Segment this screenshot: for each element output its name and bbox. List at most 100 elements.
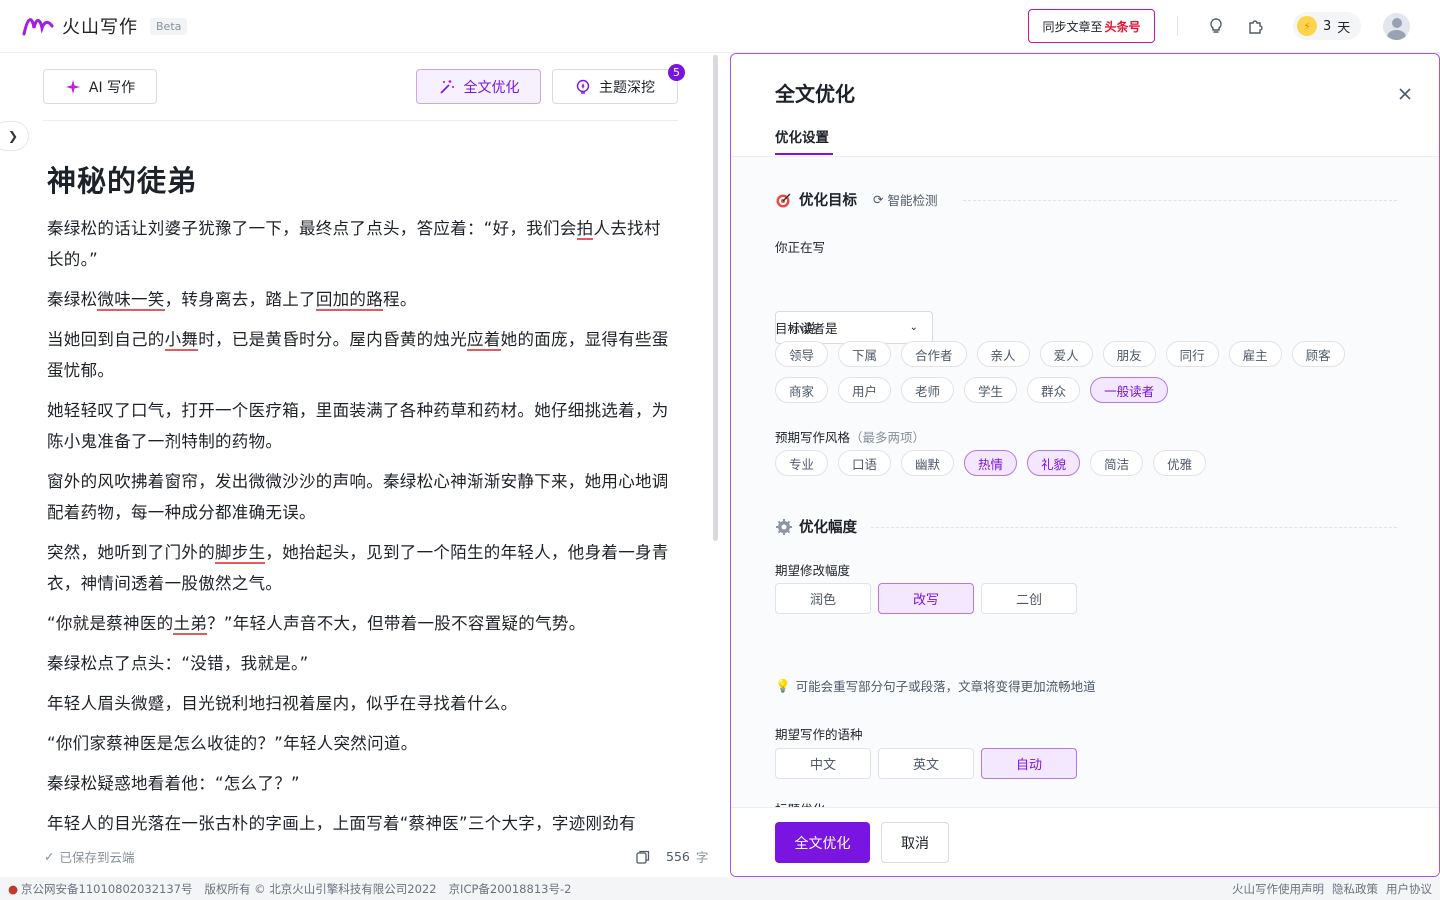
avatar[interactable] [1383, 13, 1410, 40]
degree-option[interactable]: 润色 [775, 583, 871, 614]
writing-type-label: 你正在写 [775, 240, 826, 255]
typo-highlight[interactable]: 刚劲有 [585, 814, 636, 831]
lightbulb-icon[interactable] [1205, 15, 1227, 37]
document-paragraph[interactable]: 秦绿松微味一笑，转身离去，踏上了回加的路程。 [47, 284, 677, 315]
style-chip[interactable]: 口语 [838, 450, 892, 476]
gear-icon [776, 518, 792, 535]
degree-hint-text: 可能会重写部分句子或段落，文章将变得更加流畅地道 [795, 679, 1096, 694]
typo-highlight[interactable]: 土弟 [173, 614, 208, 635]
logo[interactable]: 火山写作 Beta [22, 13, 188, 39]
divider [1177, 16, 1178, 36]
tab-optimize-settings[interactable]: 优化设置 [775, 126, 829, 146]
police-record[interactable]: 京公网安备11010802032137号 [21, 881, 192, 897]
submit-full-optimize-button[interactable]: 全文优化 [775, 822, 870, 863]
sync-toutiao-button[interactable]: 同步文章至 头条号 [1028, 9, 1155, 43]
language-label: 期望写作的语种 [775, 727, 863, 742]
page-footer: ● 京公网安备11010802032137号 版权所有 © 北京火山引擎科技有限… [0, 877, 1440, 900]
reader-chip[interactable]: 领导 [775, 341, 829, 367]
footer-link[interactable]: 火山写作使用声明 [1232, 881, 1324, 897]
typo-highlight[interactable]: 拍 [576, 219, 594, 240]
language-option[interactable]: 中文 [775, 748, 871, 779]
beta-badge: Beta [150, 17, 188, 35]
reader-chip[interactable]: 雇主 [1228, 341, 1282, 367]
theme-dig-button[interactable]: 主题深挖 [552, 69, 678, 104]
ai-write-button[interactable]: AI 写作 [43, 69, 157, 104]
style-chip[interactable]: 礼貌 [1027, 450, 1081, 476]
document-paragraph[interactable]: 年轻人的目光落在一张古朴的字画上，上面写着“蔡神医”三个大字，字迹刚劲有 [47, 808, 677, 831]
reader-chip[interactable]: 合作者 [901, 341, 967, 367]
ai-write-label: AI 写作 [88, 79, 136, 96]
document-paragraph[interactable]: 秦绿松疑惑地看着他：“怎么了？” [47, 768, 677, 799]
degree-segmented-control: 润色 改写 二创 [775, 583, 1077, 614]
active-tab-indicator [775, 153, 833, 155]
language-option[interactable]: 英文 [878, 748, 974, 779]
typo-highlight[interactable]: 脚步生 [215, 543, 266, 564]
reader-chip[interactable]: 顾客 [1291, 341, 1345, 367]
document-paragraph[interactable]: 秦绿松的话让刘婆子犹豫了一下，最终点了点头，答应着：“好，我们会拍人去找村长的。… [47, 213, 677, 275]
full-optimize-button[interactable]: 全文优化 [416, 69, 541, 104]
copyright: 版权所有 © 北京火山引擎科技有限公司2022 [204, 881, 437, 896]
reader-chip[interactable]: 亲人 [976, 341, 1030, 367]
reader-chip[interactable]: 老师 [901, 377, 955, 403]
word-count-value: 556 [666, 849, 690, 864]
style-chip[interactable]: 热情 [964, 450, 1018, 476]
top-bar: 火山写作 Beta 同步文章至 头条号 ⚡ 3 天 [0, 0, 1440, 53]
footer-link[interactable]: 隐私政策 [1332, 881, 1378, 897]
footer-link[interactable]: 用户协议 [1386, 881, 1432, 897]
style-label-sub: （最多两项） [850, 430, 926, 445]
typo-highlight[interactable]: 回加的路 [315, 290, 384, 311]
save-status-label: 已保存到云端 [59, 850, 135, 865]
full-optimize-label: 全文优化 [463, 79, 520, 96]
degree-option[interactable]: 二创 [981, 583, 1077, 614]
theme-dig-badge: 5 [668, 64, 685, 81]
expand-sidebar-button[interactable]: ❯ [0, 121, 29, 151]
document-body[interactable]: 秦绿松的话让刘婆子犹豫了一下，最终点了点头，答应着：“好，我们会拍人去找村长的。… [47, 213, 677, 831]
cancel-button[interactable]: 取消 [881, 822, 949, 863]
document-paragraph[interactable]: 年轻人眉头微蹙，目光锐利地扫视着屋内，似乎在寻找着什么。 [47, 688, 677, 719]
document-paragraph[interactable]: 当她回到自己的小舞时，已是黄昏时分。屋内昏黄的烛光应着她的面庞，显得有些蛋蛋忧郁… [47, 324, 677, 386]
typo-highlight[interactable]: 应着 [467, 330, 501, 351]
refresh-icon: ⟳ [873, 192, 884, 207]
icp-record[interactable]: 京ICP备20018813号-2 [449, 881, 572, 897]
theme-dig-label: 主题深挖 [599, 79, 655, 96]
document-paragraph[interactable]: 突然，她听到了门外的脚步生，她抬起头，见到了一个陌生的年轻人，他身着一身青衣，神… [47, 537, 677, 599]
document-paragraph[interactable]: “你们家蔡神医是怎么收徒的？”年轻人突然问道。 [47, 728, 677, 759]
close-icon[interactable] [1397, 86, 1413, 102]
readers-chip-group: 领导 下属 合作者 亲人 爱人 朋友 同行 雇主 顾客商家 用户 老师 学生 群众 一般读者 [775, 341, 1395, 403]
typo-highlight[interactable]: 小舞 [164, 330, 199, 351]
editor-scrollbar[interactable] [713, 55, 718, 541]
reader-chip[interactable]: 同行 [1165, 341, 1219, 367]
document-paragraph[interactable]: 窗外的风吹拂着窗帘，发出微微沙沙的声响。秦绿松心神渐渐安静下来，她用心地调配着药… [47, 466, 677, 528]
typo-highlight[interactable]: 微味一笑 [97, 290, 165, 311]
panel-title: 全文优化 [775, 82, 855, 106]
reader-chip[interactable]: 商家 [775, 377, 829, 403]
document-title[interactable]: 神秘的徒弟 [47, 158, 197, 200]
document-paragraph[interactable]: 秦绿松点了点头：“没错，我就是。” [47, 648, 677, 679]
panel-settings-body: 优化目标 ⟳ 智能检测 你正在写 小说 ⌄ 目标读者是 领导 下属 合作者 亲人 爱人朋… [731, 157, 1439, 839]
toolbar-divider [43, 120, 678, 121]
reader-chip[interactable]: 用户 [838, 377, 892, 403]
document-paragraph[interactable]: 她轻轻叹了口气，打开一个医疗箱，里面装满了各种药草和药材。她仔细挑选着，为陈小鬼… [47, 395, 677, 457]
style-chip[interactable]: 简洁 [1090, 450, 1144, 476]
degree-label: 期望修改幅度 [775, 563, 851, 578]
reader-chip[interactable]: 学生 [964, 377, 1018, 403]
language-option[interactable]: 自动 [981, 748, 1077, 779]
reader-chip[interactable]: 群众 [1027, 377, 1081, 403]
quota-days-pill[interactable]: ⚡ 3 天 [1293, 12, 1361, 40]
smart-detect-label: 智能检测 [887, 193, 938, 208]
plugin-icon[interactable] [1245, 15, 1267, 37]
reader-chip[interactable]: 朋友 [1102, 341, 1156, 367]
word-count[interactable]: 556 字 [636, 847, 708, 866]
reader-chip[interactable]: 爱人 [1039, 341, 1093, 367]
lightning-icon: ⚡ [1297, 16, 1317, 36]
style-chip[interactable]: 优雅 [1153, 450, 1207, 476]
reader-chip[interactable]: 一般读者 [1090, 377, 1169, 403]
document-paragraph[interactable]: “你就是蔡神医的土弟？”年轻人声音不大，但带着一股不容置疑的气势。 [47, 608, 677, 639]
style-label: 预期写作风格（最多两项） [775, 427, 925, 446]
toutiao-brand-label: 头条号 [1104, 19, 1141, 34]
style-chip[interactable]: 幽默 [901, 450, 955, 476]
style-chip[interactable]: 专业 [775, 450, 829, 476]
smart-detect-button[interactable]: ⟳ 智能检测 [873, 190, 938, 209]
reader-chip[interactable]: 下属 [838, 341, 892, 367]
degree-option[interactable]: 改写 [878, 583, 974, 614]
